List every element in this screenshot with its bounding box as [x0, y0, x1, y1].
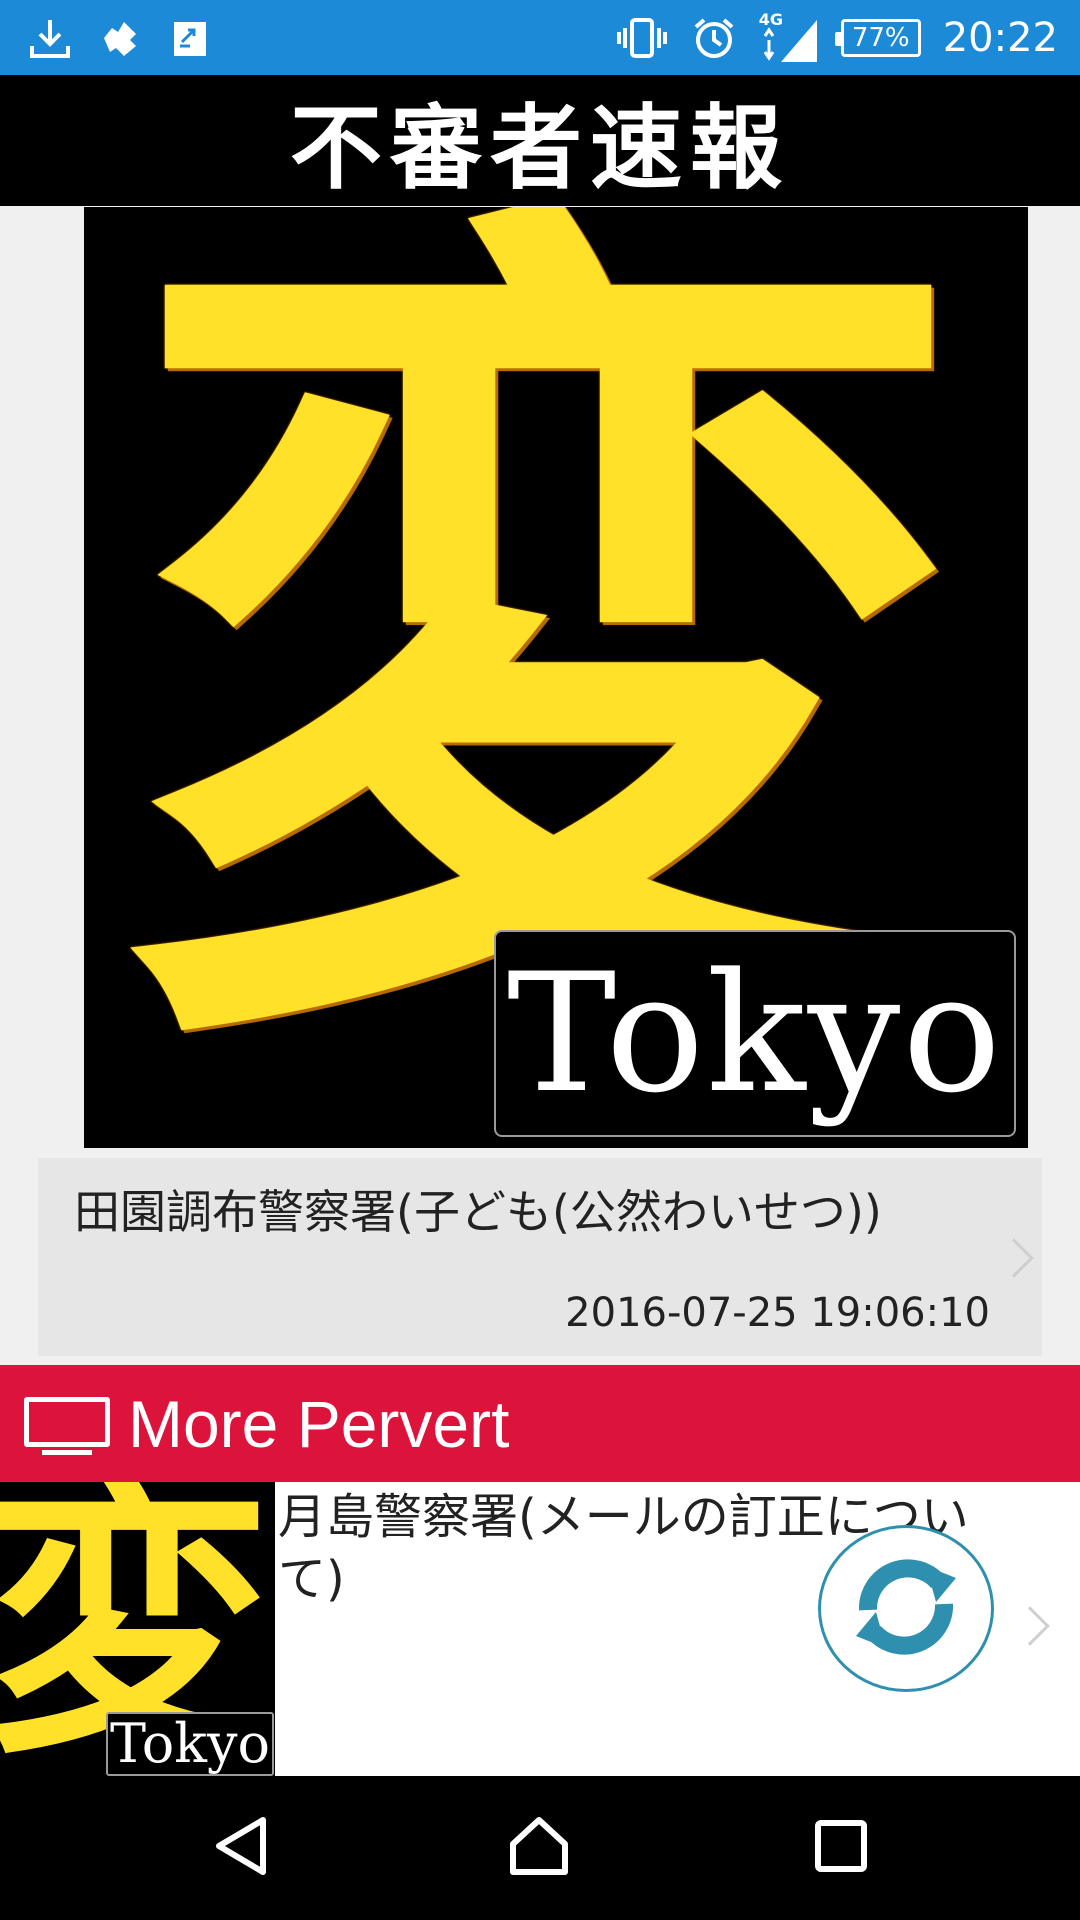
featured-article[interactable]: 田園調布警察署(子ども(公然わいせつ)) 2016-07-25 19:06:10 [38, 1158, 1042, 1356]
alarm-icon [691, 15, 737, 61]
refresh-button[interactable] [818, 1525, 994, 1692]
app-header: 不審者速報 [0, 75, 1080, 206]
transfer-icon [168, 16, 212, 60]
battery-indicator: 77% [834, 19, 921, 57]
app-title: 不審者速報 [289, 95, 790, 202]
hero-tokyo-badge: Tokyo [494, 930, 1016, 1137]
tv-icon [24, 1393, 110, 1455]
battery-level: 77% [851, 23, 910, 53]
puzzle-icon [98, 16, 142, 60]
featured-article-date: 2016-07-25 19:06:10 [565, 1290, 990, 1336]
featured-article-title: 田園調布警察署(子ども(公然わいせつ)) [74, 1185, 882, 1239]
home-button[interactable] [494, 1806, 584, 1890]
list-item-thumbnail: 変 Tokyo [0, 1482, 275, 1776]
hero-logo: 変 Tokyo [84, 207, 1028, 1148]
clock: 20:22 [942, 15, 1058, 61]
chevron-right-icon [1010, 1606, 1050, 1646]
section-header-label: More Pervert [128, 1386, 510, 1461]
refresh-icon [846, 1552, 966, 1666]
section-header-more-pervert: More Pervert [0, 1365, 1080, 1482]
thumbnail-tokyo-label: Tokyo [109, 1712, 271, 1775]
vibrate-icon [615, 16, 669, 60]
status-bar: 4G 77% 20:22 [0, 0, 1080, 75]
download-icon [28, 16, 72, 60]
home-icon [507, 1814, 571, 1882]
navigation-bar [0, 1776, 1080, 1920]
hero-tokyo-label: Tokyo [506, 937, 1004, 1129]
signal-4g-icon: 4G [759, 10, 819, 66]
recents-icon [813, 1818, 869, 1878]
chevron-right-icon [994, 1238, 1034, 1278]
recents-button[interactable] [796, 1806, 886, 1890]
back-icon [211, 1814, 271, 1882]
thumbnail-tokyo-badge: Tokyo [106, 1712, 274, 1776]
back-button[interactable] [196, 1806, 286, 1890]
